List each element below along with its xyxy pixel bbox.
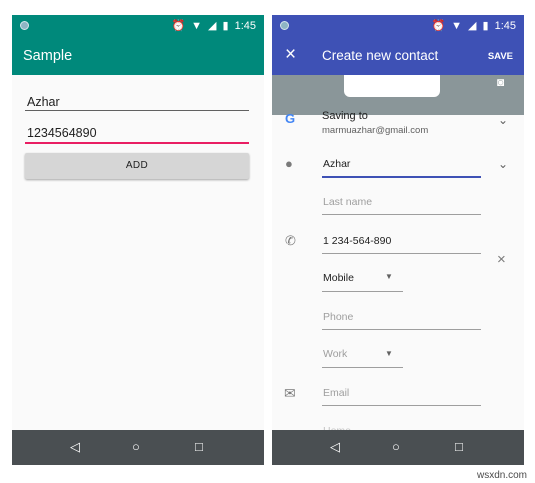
account-chevron-down-icon[interactable]: ⌄ <box>498 113 508 127</box>
email-icon: ✉ <box>284 385 296 401</box>
first-name-input[interactable]: Azhar <box>323 158 350 170</box>
app-bar: Sample <box>12 37 264 75</box>
phone-underline <box>322 253 481 254</box>
back-icon[interactable]: ◁ <box>70 439 80 455</box>
phone-input[interactable]: 1 234-564-890 <box>323 235 391 247</box>
phone-input-underline <box>25 142 249 144</box>
name-input-underline <box>25 110 249 111</box>
phone-type-dropdown-icon[interactable]: ▼ <box>385 272 393 281</box>
last-name-underline <box>322 214 481 215</box>
alarm-icon: ⏰ <box>431 20 446 32</box>
status-bar: ⏰ ▼ ◢ ▮ 1:45 <box>272 15 524 37</box>
home-icon[interactable]: ○ <box>132 439 140 454</box>
status-bar: ⏰ ▼ ◢ ▮ 1:45 <box>12 15 264 37</box>
second-phone-type-select[interactable]: Work <box>323 348 347 360</box>
email-underline <box>322 405 481 406</box>
last-name-input[interactable]: Last name <box>323 196 372 208</box>
contacts-app-screen: ⏰ ▼ ◢ ▮ 1:45 × Create new contact SAVE ◙… <box>272 15 524 465</box>
home-icon[interactable]: ○ <box>392 439 400 454</box>
account-email: marmuazhar@gmail.com <box>322 125 429 136</box>
first-name-underline <box>322 176 481 178</box>
save-button[interactable]: SAVE <box>488 51 513 62</box>
second-phone-underline <box>322 329 481 330</box>
signal-icon: ◢ <box>208 20 217 32</box>
photo-tab <box>344 75 440 97</box>
second-phone-input[interactable]: Phone <box>323 311 353 323</box>
google-icon: G <box>285 111 296 126</box>
battery-icon: ▮ <box>482 20 489 32</box>
back-icon[interactable]: ◁ <box>330 439 340 455</box>
saving-to-label: Saving to <box>322 110 368 122</box>
email-input[interactable]: Email <box>323 387 349 399</box>
navigation-bar: ◁ ○ □ <box>272 430 524 465</box>
signal-icon: ◢ <box>468 20 477 32</box>
sample-app-screen: ⏰ ▼ ◢ ▮ 1:45 Sample Azhar 1234564890 ADD… <box>12 15 264 465</box>
recents-icon[interactable]: □ <box>195 439 203 454</box>
app-title: Sample <box>23 48 73 64</box>
wifi-icon: ▼ <box>451 20 463 32</box>
phone-type-select[interactable]: Mobile <box>323 272 354 284</box>
person-icon: ● <box>285 156 293 171</box>
notification-dot-icon <box>280 21 289 30</box>
phone-input[interactable]: 1234564890 <box>27 126 97 140</box>
remove-phone-icon[interactable]: × <box>497 251 506 268</box>
wifi-icon: ▼ <box>191 20 203 32</box>
watermark: wsxdn.com <box>476 470 527 481</box>
notification-dot-icon <box>20 21 29 30</box>
add-button[interactable]: ADD <box>25 153 249 179</box>
camera-icon[interactable]: ◙ <box>497 75 504 89</box>
name-chevron-down-icon[interactable]: ⌄ <box>498 157 508 171</box>
second-phone-type-underline <box>322 367 403 368</box>
status-time: 1:45 <box>494 20 516 32</box>
recents-icon[interactable]: □ <box>455 439 463 454</box>
navigation-bar: ◁ ○ □ <box>12 430 264 465</box>
app-bar: × Create new contact SAVE <box>272 37 524 75</box>
phone-type-underline <box>322 291 403 292</box>
battery-icon: ▮ <box>222 20 229 32</box>
close-icon[interactable]: × <box>285 44 296 66</box>
name-input[interactable]: Azhar <box>27 95 60 109</box>
status-time: 1:45 <box>234 20 256 32</box>
second-phone-type-dropdown-icon[interactable]: ▼ <box>385 349 393 358</box>
alarm-icon: ⏰ <box>171 20 186 32</box>
page-title: Create new contact <box>322 48 439 63</box>
phone-icon: ✆ <box>285 233 296 248</box>
